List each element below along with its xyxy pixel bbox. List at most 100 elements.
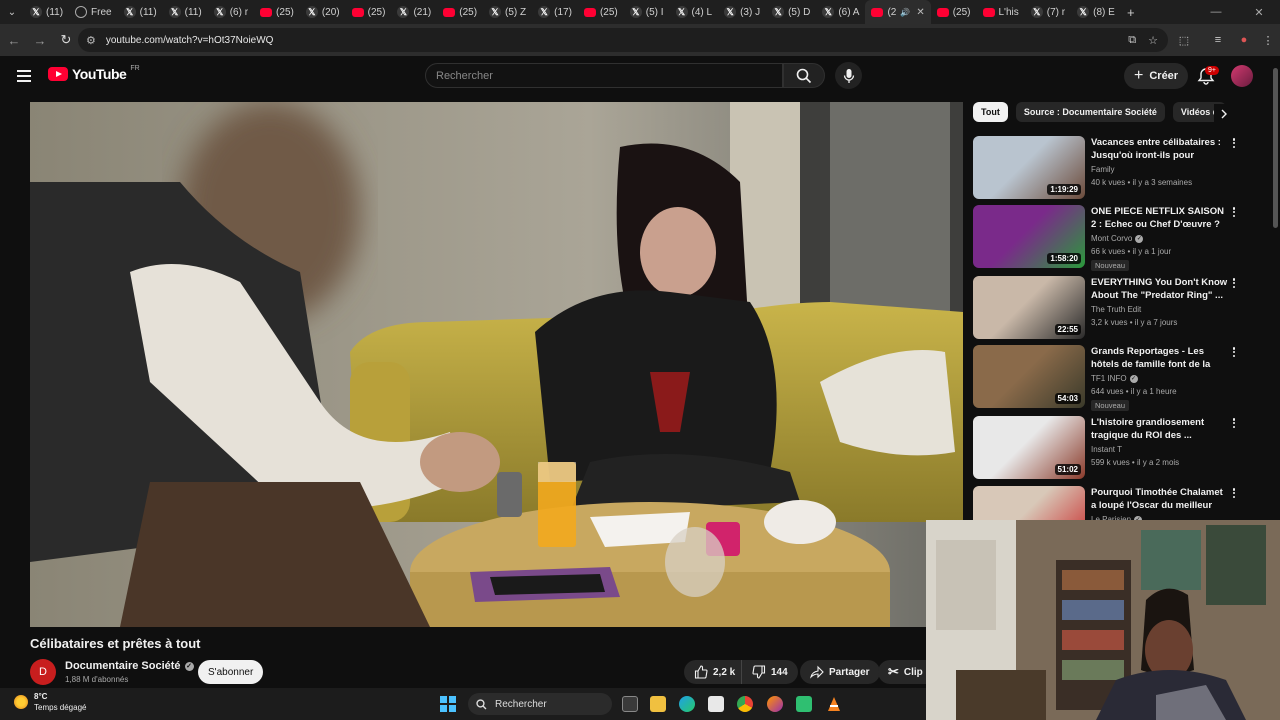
recommendation-item[interactable]: 51:02 L'histoire grandiosement tragique d… [973, 416, 1253, 482]
recommendation-channel[interactable]: The Truth Edit [1091, 305, 1141, 314]
voice-search-button[interactable] [835, 62, 862, 89]
more-actions-icon[interactable] [1229, 486, 1239, 500]
more-actions-icon[interactable] [1229, 205, 1239, 219]
video-thumbnail[interactable]: 1:19:29 [973, 136, 1085, 199]
subscribe-button[interactable]: S'abonner [198, 660, 264, 684]
recommendation-item[interactable]: 1:19:29 Vacances entre célibataires : Jus… [973, 136, 1253, 202]
hamburger-menu-icon[interactable] [14, 66, 34, 86]
recommendation-channel[interactable]: Family [1091, 165, 1115, 174]
video-thumbnail[interactable]: 54:03 [973, 345, 1085, 408]
task-view-icon[interactable] [622, 696, 638, 712]
search-input[interactable]: Rechercher [425, 63, 783, 88]
channel-name-link[interactable]: Documentaire Société ✓ [65, 660, 194, 672]
recommendation-title[interactable]: EVERYTHING You Don't Know About The "Pre… [1091, 276, 1229, 302]
extensions-icon[interactable]: ⬚ [1172, 28, 1196, 52]
browser-tab[interactable]: 𝕏 (20) [300, 0, 346, 24]
create-label: Créer [1149, 70, 1179, 82]
chips-next-button[interactable] [1214, 104, 1234, 124]
recommendation-title[interactable]: L'histoire grandiosement tragique du ROI… [1091, 416, 1229, 442]
video-thumbnail[interactable]: 1:58:20 [973, 205, 1085, 268]
browser-tab[interactable]: (25) [931, 0, 977, 24]
site-info-icon[interactable]: ⚙ [86, 34, 96, 47]
browser-tab[interactable]: (25) [578, 0, 624, 24]
browser-tab[interactable]: Free [69, 0, 118, 24]
create-button[interactable]: + Créer [1124, 63, 1189, 89]
close-tab-icon[interactable]: ✕ [916, 7, 924, 18]
dislike-button[interactable]: 144 [741, 660, 798, 684]
browser-tab[interactable]: 𝕏 (3) J [718, 0, 766, 24]
browser-tab[interactable]: 𝕏 (5) Z [483, 0, 532, 24]
chrome-icon[interactable] [737, 696, 753, 712]
browser-tab[interactable]: 𝕏 (6) A [816, 0, 865, 24]
weather-widget[interactable]: 8°C Temps dégagé [14, 691, 86, 713]
clip-button[interactable]: ✂ Clip [878, 660, 928, 684]
new-tab-button[interactable]: + [1121, 5, 1141, 20]
channel-avatar[interactable]: D [30, 659, 56, 685]
recommendation-channel[interactable]: TF1 INFO ✓ [1091, 374, 1138, 383]
recommendation-title[interactable]: Vacances entre célibataires : Jusqu'où i… [1091, 136, 1229, 162]
microsoft-store-icon[interactable] [708, 696, 724, 712]
close-window-icon[interactable]: ✕ [1238, 0, 1280, 24]
x-favicon-icon: 𝕏 [397, 6, 410, 18]
vlc-icon[interactable] [826, 696, 842, 712]
scrollbar-thumb[interactable] [1273, 68, 1278, 228]
back-icon[interactable]: ← [2, 28, 26, 52]
tab-search-chevron-icon[interactable]: ⌄ [0, 0, 24, 24]
browser-tab[interactable]: 𝕏 (11) [163, 0, 208, 24]
edge-browser-icon[interactable] [679, 696, 695, 712]
browser-tab[interactable]: 𝕏 (8) E [1071, 0, 1121, 24]
search-button[interactable] [783, 63, 825, 88]
recommendation-channel[interactable]: Instant T [1091, 445, 1122, 454]
profile-icon[interactable]: ● [1232, 28, 1256, 52]
browser-tab[interactable]: (25) [437, 0, 483, 24]
browser-tab[interactable]: 𝕏 (21) [391, 0, 437, 24]
youtube-logo[interactable]: YouTube FR [48, 65, 140, 82]
recommendation-item[interactable]: 54:03 Grands Reportages - Les hôtels de f… [973, 345, 1253, 411]
forward-icon[interactable]: → [28, 28, 52, 52]
browser-tab[interactable]: (25) [346, 0, 392, 24]
video-thumbnail[interactable]: 51:02 [973, 416, 1085, 479]
browser-tab[interactable]: (25) [254, 0, 300, 24]
recommendation-item[interactable]: 22:55 EVERYTHING You Don't Know About The… [973, 276, 1253, 342]
browser-tab[interactable]: 𝕏 (17) [532, 0, 578, 24]
browser-tab[interactable]: (2 🔊 ✕ [865, 0, 931, 24]
browser-tab[interactable]: 𝕏 (11) [118, 0, 163, 24]
browser-tab[interactable]: 𝕏 (6) r [208, 0, 254, 24]
recommendation-title[interactable]: ONE PIECE NETFLIX SAISON 2 : Echec ou Ch… [1091, 205, 1229, 231]
bookmark-star-icon[interactable]: ☆ [1148, 34, 1158, 47]
browser-menu-icon[interactable]: ⋮ [1256, 28, 1280, 52]
file-explorer-icon[interactable] [650, 696, 666, 712]
minimize-icon[interactable]: — [1196, 0, 1236, 24]
account-avatar[interactable] [1231, 65, 1253, 87]
more-actions-icon[interactable] [1229, 416, 1239, 430]
browser-tab[interactable]: 𝕏 (5) I [624, 0, 670, 24]
more-actions-icon[interactable] [1229, 345, 1239, 359]
browser-tab[interactable]: 𝕏 (7) r [1025, 0, 1071, 24]
recommendation-channel[interactable]: Mont Corvo ✓ [1091, 234, 1144, 243]
speaker-icon[interactable]: 🔊 [900, 8, 910, 17]
like-button[interactable]: 2,2 k [684, 660, 746, 684]
address-bar[interactable]: ⚙ youtube.com/watch?v=hOt37NoieWQ ⧉ ☆ [78, 28, 1168, 52]
browser-tab[interactable]: 𝕏 (4) L [670, 0, 719, 24]
browser-tab[interactable]: L'his [977, 0, 1025, 24]
recommendation-item[interactable]: 1:58:20 ONE PIECE NETFLIX SAISON 2 : Eche… [973, 205, 1253, 271]
browser-tab[interactable]: 𝕏 (11) [24, 0, 69, 24]
chip-source-channel[interactable]: Source : Documentaire Société [1015, 102, 1165, 122]
recommendation-title[interactable]: Pourquoi Timothée Chalamet a loupé l'Osc… [1091, 486, 1229, 512]
reload-icon[interactable]: ↻ [54, 28, 78, 52]
install-app-icon[interactable]: ⧉ [1128, 34, 1136, 47]
windows-start-icon[interactable] [440, 696, 456, 712]
recommendation-title[interactable]: Grands Reportages - Les hôtels de famill… [1091, 345, 1229, 371]
more-actions-icon[interactable] [1229, 136, 1239, 150]
taskbar-search[interactable]: Rechercher [468, 693, 612, 715]
chip-all[interactable]: Tout [973, 102, 1008, 122]
app-green-icon[interactable] [796, 696, 812, 712]
video-player[interactable] [30, 102, 963, 627]
video-thumbnail[interactable]: 22:55 [973, 276, 1085, 339]
share-button[interactable]: Partager [800, 660, 880, 684]
more-actions-icon[interactable] [1229, 276, 1239, 290]
browser-tab[interactable]: 𝕏 (5) D [766, 0, 816, 24]
firefox-icon[interactable] [767, 696, 783, 712]
x-favicon-icon: 𝕏 [629, 6, 642, 18]
media-controls-icon[interactable]: ≡ [1206, 28, 1230, 52]
